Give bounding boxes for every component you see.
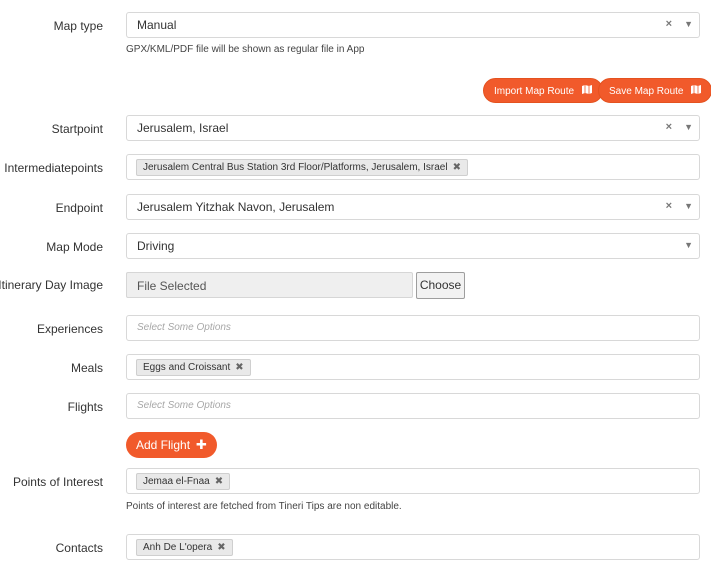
import-map-route-button[interactable]: Import Map Route [483,78,603,103]
map-mode-value: Driving [137,239,175,253]
meals-label: Meals [70,361,103,375]
save-map-route-label: Save Map Route [609,86,684,97]
experiences-label: Experiences [36,322,103,336]
endpoint-label: Endpoint [55,201,103,215]
contacts-multiselect[interactable]: Anh De L'opera ✖ [126,534,700,560]
itinerary-image-label: Itinerary Day Image [0,278,103,292]
remove-chip-icon[interactable]: ✖ [215,476,223,487]
chip-label: Jemaa el-Fnaa [143,476,210,487]
file-selected-text: File Selected [137,279,207,293]
meal-chip: Eggs and Croissant ✖ [136,359,251,376]
intermediatepoints-multiselect[interactable]: Jerusalem Central Bus Station 3rd Floor/… [126,154,700,180]
points-of-interest-help: Points of interest are fetched from Tine… [126,501,402,512]
clear-icon[interactable]: × [666,18,672,30]
plus-icon: ✚ [196,437,207,452]
caret-down-icon[interactable]: ▼ [684,240,693,250]
add-flight-label: Add Flight [136,438,191,452]
intermediatepoint-chip: Jerusalem Central Bus Station 3rd Floor/… [136,159,468,176]
map-mode-label: Map Mode [46,240,103,254]
map-icon [691,79,702,104]
clear-icon[interactable]: × [666,121,672,133]
save-map-route-button[interactable]: Save Map Route [598,78,711,103]
map-type-value: Manual [137,18,177,32]
add-flight-button[interactable]: Add Flight ✚ [126,432,217,458]
startpoint-value: Jerusalem, Israel [137,121,229,135]
points-of-interest-label: Points of Interest [12,475,103,489]
points-of-interest-multiselect[interactable]: Jemaa el-Fnaa ✖ [126,468,700,494]
startpoint-label: Startpoint [51,122,103,136]
import-map-route-label: Import Map Route [494,86,575,97]
contact-chip: Anh De L'opera ✖ [136,539,233,556]
map-type-select[interactable]: Manual × ▼ [126,12,700,38]
caret-down-icon[interactable]: ▼ [684,122,693,132]
map-mode-select[interactable]: Driving ▼ [126,233,700,259]
remove-chip-icon[interactable]: ✖ [217,542,225,553]
remove-chip-icon[interactable]: ✖ [235,362,243,373]
file-selected-box: File Selected [126,272,413,298]
flights-placeholder: Select Some Options [137,400,231,411]
flights-label: Flights [67,400,103,414]
flights-multiselect[interactable]: Select Some Options [126,393,700,419]
endpoint-select[interactable]: Jerusalem Yitzhak Navon, Jerusalem × ▼ [126,194,700,220]
map-type-label: Map type [53,19,103,33]
choose-file-button[interactable]: Choose [416,272,465,299]
startpoint-select[interactable]: Jerusalem, Israel × ▼ [126,115,700,141]
point-of-interest-chip: Jemaa el-Fnaa ✖ [136,473,231,490]
chip-label: Anh De L'opera [143,542,213,553]
intermediatepoints-label: Intermediatepoints [4,161,103,175]
clear-icon[interactable]: × [666,200,672,212]
chip-label: Jerusalem Central Bus Station 3rd Floor/… [143,162,448,173]
map-type-help: GPX/KML/PDF file will be shown as regula… [126,44,365,55]
map-icon [581,79,592,104]
meals-multiselect[interactable]: Eggs and Croissant ✖ [126,354,700,380]
contacts-label: Contacts [55,541,103,555]
experiences-multiselect[interactable]: Select Some Options [126,315,700,341]
endpoint-value: Jerusalem Yitzhak Navon, Jerusalem [137,200,335,214]
caret-down-icon[interactable]: ▼ [684,19,693,29]
chip-label: Eggs and Croissant [143,362,231,373]
remove-chip-icon[interactable]: ✖ [453,162,461,173]
caret-down-icon[interactable]: ▼ [684,201,693,211]
experiences-placeholder: Select Some Options [137,322,231,333]
